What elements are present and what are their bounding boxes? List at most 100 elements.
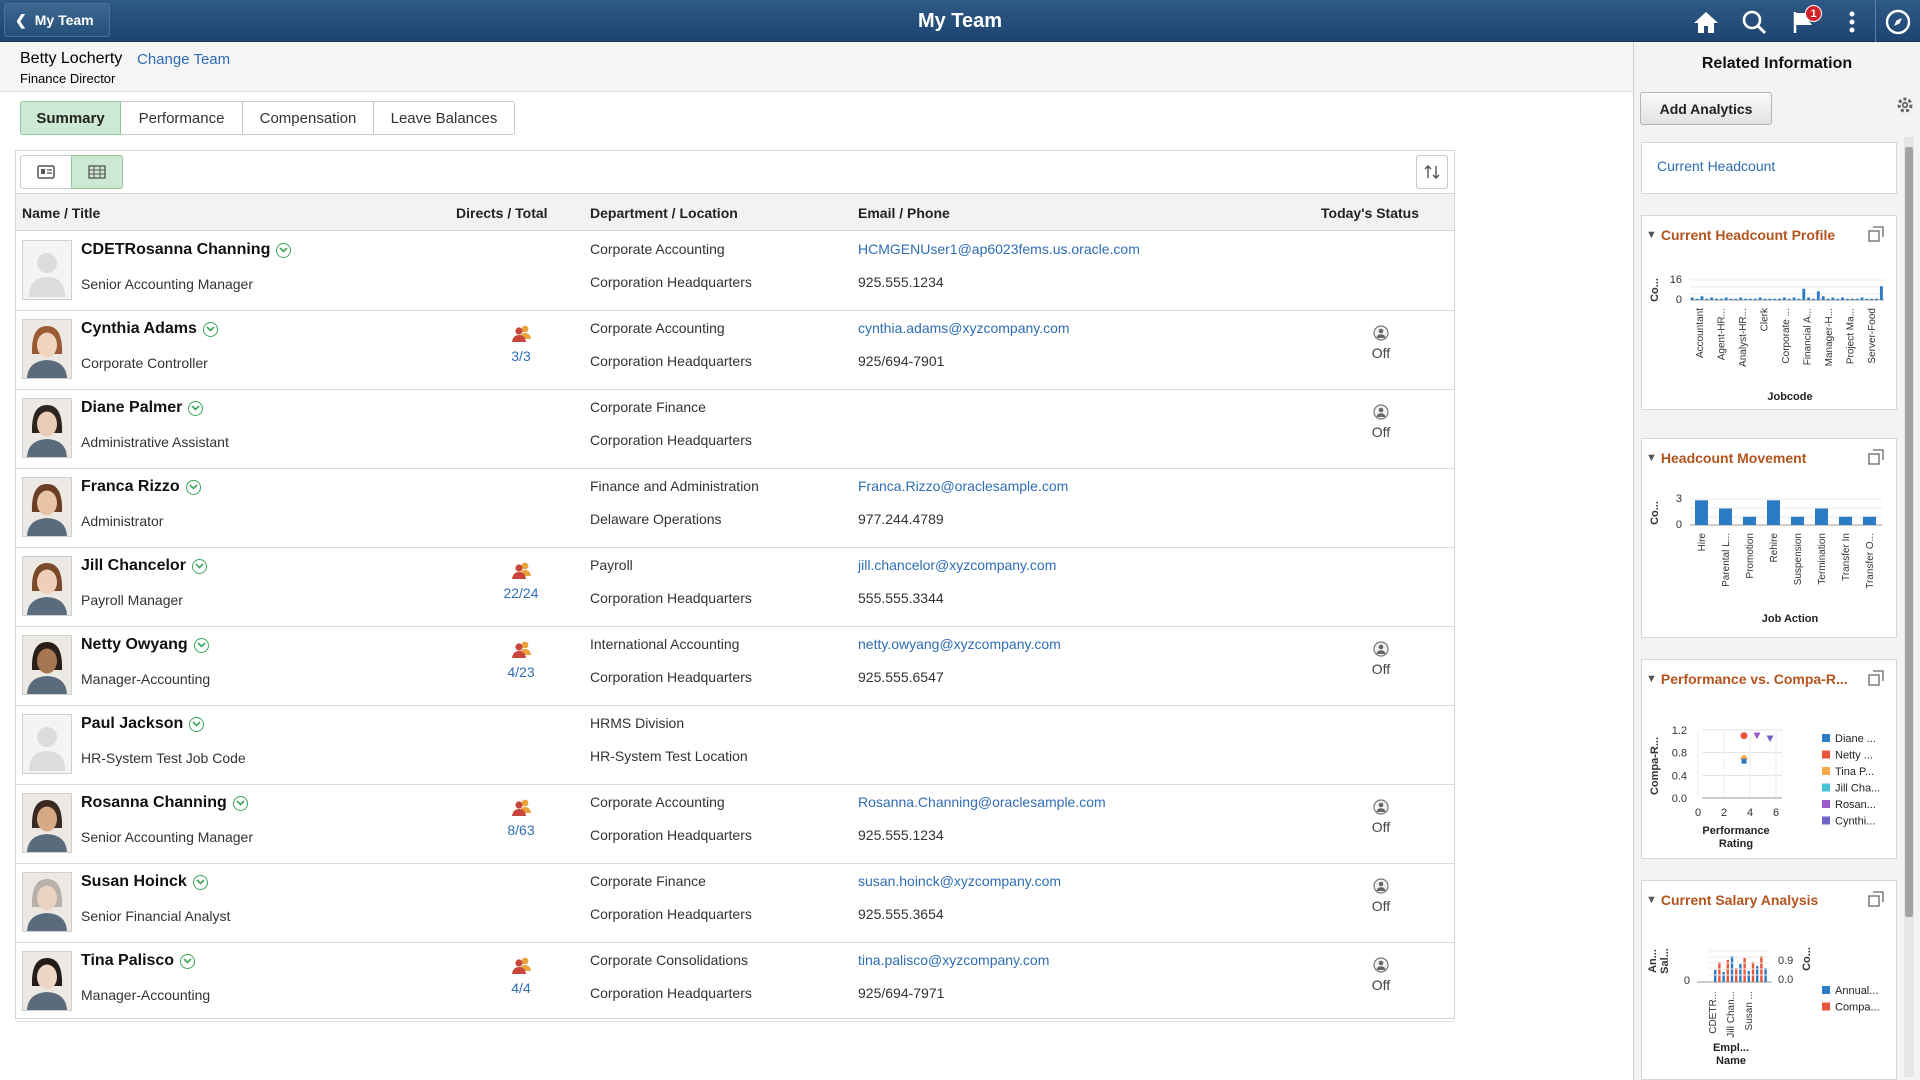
employee-photo[interactable]	[22, 240, 72, 300]
table-row[interactable]: Diane PalmerAdministrative AssistantCorp…	[16, 390, 1454, 469]
back-button[interactable]: ❮ My Team	[4, 3, 110, 37]
add-analytics-button[interactable]: Add Analytics	[1640, 92, 1772, 125]
employee-name[interactable]: Rosanna Channing	[81, 794, 248, 812]
y-tick-label: 1.2	[1672, 725, 1687, 737]
chevron-down-icon[interactable]	[189, 717, 204, 732]
bar	[1778, 299, 1781, 300]
navbar-icon[interactable]	[1884, 8, 1912, 36]
employee-photo[interactable]	[22, 793, 72, 853]
employee-name[interactable]: Susan Hoinck	[81, 873, 208, 891]
search-icon[interactable]	[1740, 8, 1768, 36]
employee-name[interactable]: Cynthia Adams	[81, 320, 218, 338]
directs-count[interactable]: 3/3	[486, 348, 556, 364]
chevron-down-icon[interactable]	[276, 243, 291, 258]
email-link[interactable]: netty.owyang@xyzcompany.com	[858, 636, 1061, 652]
chevron-down-icon[interactable]	[194, 638, 209, 653]
table-row[interactable]: Cynthia AdamsCorporate Controller3/3Corp…	[16, 311, 1454, 390]
card-title-headcount-movement[interactable]: ▼Headcount Movement	[1646, 450, 1806, 466]
department: Corporate Accounting	[590, 241, 725, 257]
expand-icon[interactable]	[1868, 449, 1884, 470]
directs-total[interactable]: 22/24	[486, 561, 556, 601]
phone: 977.244.4789	[858, 511, 944, 527]
change-team-link[interactable]: Change Team	[137, 51, 230, 68]
employee-name[interactable]: CDETRosanna Channing	[81, 241, 291, 259]
table-row[interactable]: Susan HoinckSenior Financial AnalystCorp…	[16, 864, 1454, 943]
email-link[interactable]: Franca.Rizzo@oraclesample.com	[858, 478, 1068, 494]
chevron-down-icon[interactable]	[203, 322, 218, 337]
employee-name[interactable]: Tina Palisco	[81, 952, 195, 970]
employee-name[interactable]: Jill Chancelor	[81, 557, 207, 575]
table-row[interactable]: Jill ChancelorPayroll Manager22/24Payrol…	[16, 548, 1454, 627]
card-title-headcount-profile[interactable]: ▼Current Headcount Profile	[1646, 227, 1835, 243]
employee-name[interactable]: Diane Palmer	[81, 399, 203, 417]
email-link[interactable]: HCMGENUser1@ap6023fems.us.oracle.com	[858, 241, 1140, 257]
directs-count[interactable]: 4/4	[486, 980, 556, 996]
expand-icon[interactable]	[1868, 226, 1884, 247]
email-link[interactable]: jill.chancelor@xyzcompany.com	[858, 557, 1056, 573]
tab-leave-balances[interactable]: Leave Balances	[374, 101, 515, 135]
tab-compensation[interactable]: Compensation	[243, 101, 374, 135]
expand-icon[interactable]	[1868, 891, 1884, 912]
chevron-down-icon[interactable]	[186, 480, 201, 495]
directs-count[interactable]: 22/24	[486, 585, 556, 601]
directs-count[interactable]: 4/23	[486, 664, 556, 680]
employee-photo[interactable]	[22, 635, 72, 695]
employee-photo[interactable]	[22, 714, 72, 774]
grid-view-button[interactable]	[71, 155, 123, 189]
column-email-phone[interactable]: Email / Phone	[858, 205, 950, 221]
bar	[1870, 299, 1873, 300]
chevron-down-icon[interactable]	[188, 401, 203, 416]
actions-menu-icon[interactable]	[1838, 8, 1866, 36]
column-name-title[interactable]: Name / Title	[22, 205, 100, 221]
chevron-down-icon[interactable]	[192, 559, 207, 574]
current-headcount-link[interactable]: Current Headcount	[1657, 158, 1775, 174]
panel-scrollbar-thumb[interactable]	[1905, 147, 1913, 917]
column-directs-total[interactable]: Directs / Total	[456, 205, 548, 221]
directs-total[interactable]: 3/3	[486, 324, 556, 364]
home-icon[interactable]	[1692, 8, 1720, 36]
notifications-icon[interactable]: 1	[1790, 8, 1818, 36]
employee-name[interactable]: Paul Jackson	[81, 715, 204, 733]
notification-count-badge: 1	[1805, 5, 1822, 22]
employee-name[interactable]: Franca Rizzo	[81, 478, 201, 496]
employee-photo[interactable]	[22, 319, 72, 379]
email-link[interactable]: Rosanna.Channing@oraclesample.com	[858, 794, 1106, 810]
sort-button[interactable]	[1416, 155, 1448, 189]
gear-icon[interactable]	[1896, 96, 1914, 119]
employee-name[interactable]: Netty Owyang	[81, 636, 209, 654]
tab-performance[interactable]: Performance	[121, 101, 243, 135]
employee-photo[interactable]	[22, 398, 72, 458]
chevron-down-icon[interactable]	[193, 875, 208, 890]
expand-icon[interactable]	[1868, 670, 1884, 691]
table-row[interactable]: Tina PaliscoManager-Accounting4/4Corpora…	[16, 943, 1454, 1022]
chevron-down-icon[interactable]	[233, 796, 248, 811]
directs-count[interactable]: 8/63	[486, 822, 556, 838]
email-link[interactable]: cynthia.adams@xyzcompany.com	[858, 320, 1070, 336]
employee-photo[interactable]	[22, 951, 72, 1011]
card-title-salary-analysis[interactable]: ▼Current Salary Analysis	[1646, 892, 1818, 908]
table-row[interactable]: Franca RizzoAdministratorFinance and Adm…	[16, 469, 1454, 548]
column-department-location[interactable]: Department / Location	[590, 205, 738, 221]
email-link[interactable]: susan.hoinck@xyzcompany.com	[858, 873, 1061, 889]
table-row[interactable]: Rosanna ChanningSenior Accounting Manage…	[16, 785, 1454, 864]
legend-label: Rosan...	[1835, 799, 1876, 811]
tab-summary[interactable]: Summary	[20, 101, 121, 135]
card-title-performance-compa[interactable]: ▼Performance vs. Compa-R...	[1646, 671, 1848, 687]
chevron-down-icon[interactable]	[180, 954, 195, 969]
directs-total[interactable]: 4/4	[486, 956, 556, 996]
table-row[interactable]: Netty OwyangManager-Accounting4/23Intern…	[16, 627, 1454, 706]
x-tick-label: Promotion	[1745, 533, 1756, 579]
column-todays-status[interactable]: Today's Status	[1321, 205, 1419, 221]
x-axis-label: Name	[1716, 1055, 1746, 1067]
email-link[interactable]: tina.palisco@xyzcompany.com	[858, 952, 1049, 968]
directs-total[interactable]: 4/23	[486, 640, 556, 680]
employee-photo[interactable]	[22, 872, 72, 932]
employee-photo[interactable]	[22, 477, 72, 537]
card-view-button[interactable]	[20, 155, 72, 189]
employee-photo[interactable]	[22, 556, 72, 616]
directs-total[interactable]: 8/63	[486, 798, 556, 838]
status-person-icon	[1373, 803, 1389, 818]
table-row[interactable]: CDETRosanna ChanningSenior Accounting Ma…	[16, 232, 1454, 311]
table-row[interactable]: Paul JacksonHR-System Test Job CodeHRMS …	[16, 706, 1454, 785]
bar	[1718, 962, 1720, 982]
